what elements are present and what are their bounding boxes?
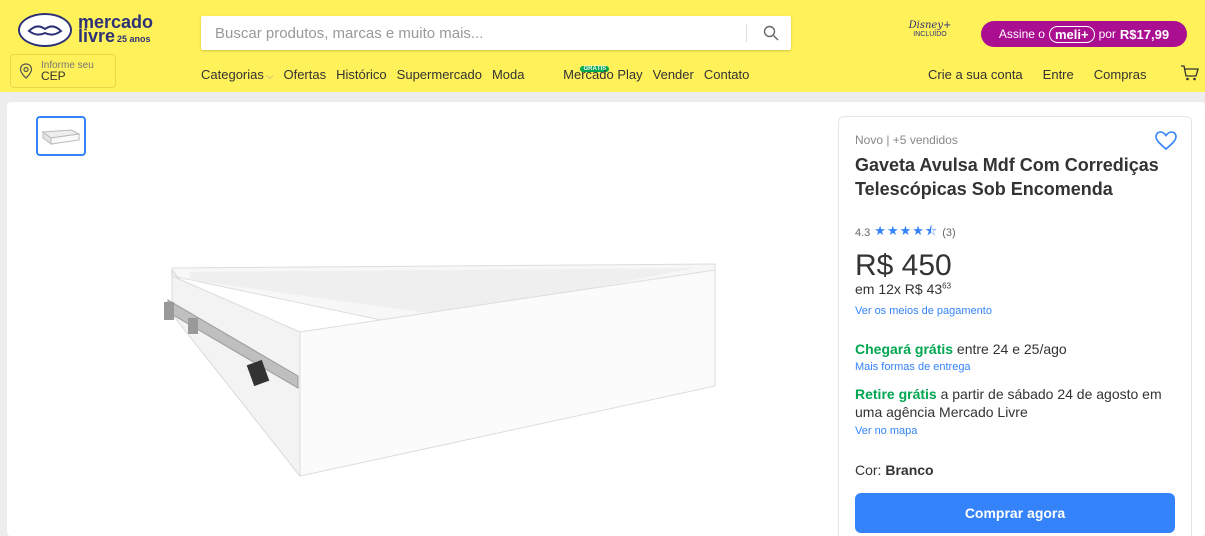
location-pin-icon bbox=[19, 63, 33, 79]
cep-location-button[interactable]: Informe seu CEP bbox=[10, 54, 116, 88]
rating-summary[interactable]: 4.3 ★★★★⯪ (3) bbox=[855, 222, 956, 244]
nav-categorias[interactable]: Categorias ⌵ bbox=[201, 67, 273, 82]
handshake-icon bbox=[18, 13, 72, 47]
map-link[interactable]: Ver no mapa bbox=[855, 425, 917, 437]
nav-mercado-play[interactable]: GRÁTISMercado Play bbox=[534, 66, 643, 82]
product-price: R$ 450 bbox=[855, 249, 952, 282]
chevron-down-icon: ⌵ bbox=[265, 71, 274, 82]
product-title: Gaveta Avulsa Mdf Com Corrediças Telescó… bbox=[855, 155, 1159, 199]
search-divider bbox=[746, 24, 747, 42]
favorite-heart-icon[interactable] bbox=[1155, 131, 1177, 151]
color-selection: Cor: Branco bbox=[855, 462, 934, 478]
drawer-thumbnail-image bbox=[41, 129, 81, 145]
condition-and-sales: Novo | +5 vendidos bbox=[855, 133, 958, 147]
installments: em 12x R$ 4363 bbox=[855, 281, 952, 297]
buy-now-button[interactable]: Comprar agora bbox=[855, 493, 1175, 533]
buy-box: Novo | +5 vendidos Gaveta Avulsa Mdf Com… bbox=[838, 116, 1192, 536]
search-icon bbox=[763, 25, 779, 41]
pickup-info: Retire grátis a partir de sábado 24 de a… bbox=[855, 386, 1162, 420]
disney-plus-logo[interactable]: Disney+ INCLUÍDO bbox=[900, 20, 960, 50]
logo-text: mercado livre 25 anos bbox=[78, 11, 154, 46]
rating-stars: ★★★★⯪ bbox=[874, 223, 939, 238]
purchases-link[interactable]: Compras bbox=[1094, 67, 1147, 82]
nav-historico[interactable]: Histórico bbox=[336, 67, 387, 82]
rating-count: (3) bbox=[942, 227, 956, 239]
nav-moda[interactable]: Moda bbox=[492, 67, 525, 82]
nav-vender[interactable]: Vender bbox=[653, 67, 694, 82]
login-link[interactable]: Entre bbox=[1043, 67, 1074, 82]
nav-supermercado[interactable]: Supermercado bbox=[397, 67, 482, 82]
product-thumbnail[interactable] bbox=[36, 116, 86, 156]
mercado-livre-logo[interactable]: mercado livre 25 anos bbox=[18, 10, 188, 50]
search-bar bbox=[201, 16, 791, 50]
header: mercado livre25 anos Disney+ INCLUÍDO As… bbox=[0, 0, 1205, 92]
drawer-product-image bbox=[164, 263, 716, 478]
nav-contato[interactable]: Contato bbox=[704, 67, 750, 82]
nav-ofertas[interactable]: Ofertas bbox=[283, 67, 326, 82]
payment-methods-link[interactable]: Ver os meios de pagamento bbox=[855, 305, 992, 317]
shipping-options-link[interactable]: Mais formas de entrega bbox=[855, 361, 971, 373]
cart-icon[interactable] bbox=[1180, 64, 1200, 82]
rating-value: 4.3 bbox=[855, 227, 871, 239]
create-account-link[interactable]: Crie a sua conta bbox=[928, 67, 1023, 82]
search-input[interactable] bbox=[201, 16, 731, 50]
meli-plus-subscribe-button[interactable]: Assine o meli+ por R$17,99 bbox=[981, 21, 1187, 47]
shipping-info: Chegará grátis entre 24 e 25/ago bbox=[855, 341, 1067, 357]
account-nav: Crie a sua conta Entre Compras bbox=[928, 67, 1147, 82]
search-button[interactable] bbox=[751, 16, 791, 50]
main-nav: Categorias ⌵ Ofertas Histórico Supermerca… bbox=[201, 66, 750, 82]
